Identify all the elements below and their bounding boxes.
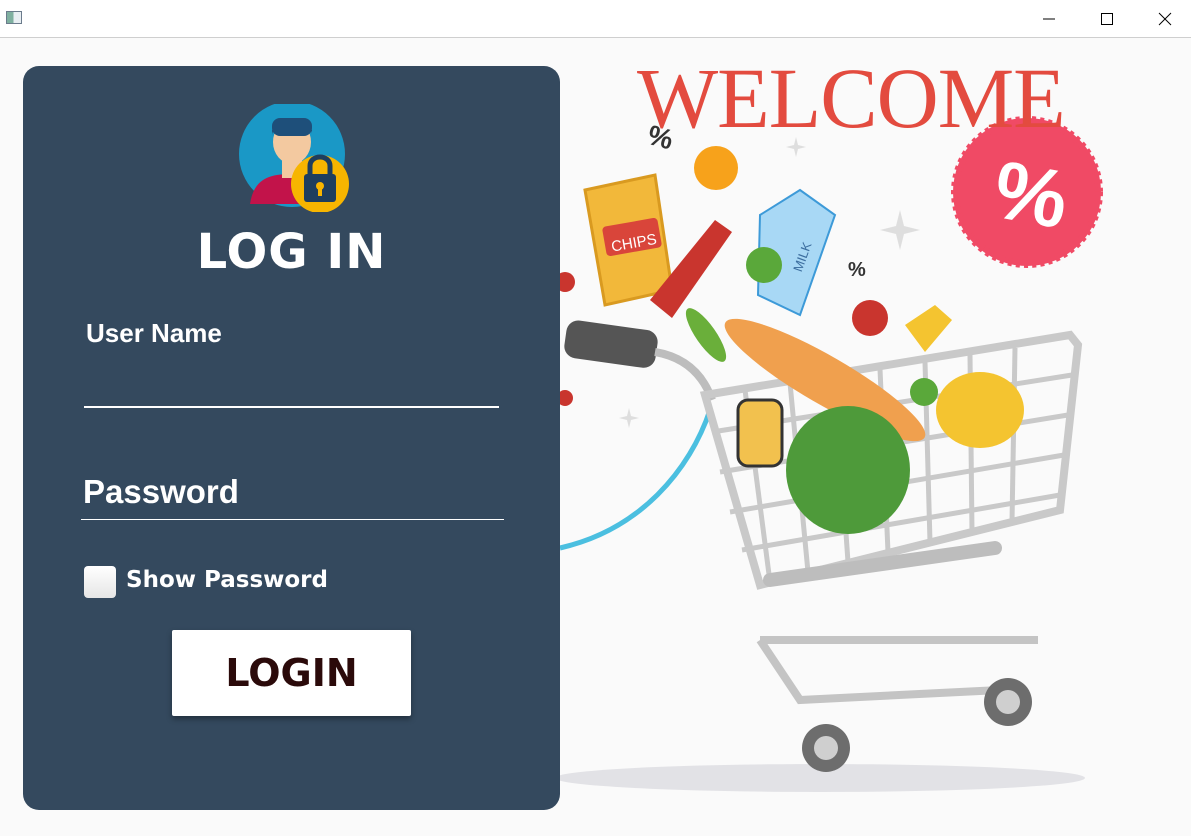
close-button[interactable] (1136, 0, 1191, 38)
chips-bag: CHIPS (583, 173, 674, 307)
username-input[interactable] (84, 360, 499, 408)
password-input[interactable] (81, 464, 504, 520)
login-title: LOG IN (196, 224, 387, 280)
show-password-label[interactable]: Show Password (126, 567, 328, 593)
maximize-icon (1101, 13, 1113, 25)
show-password-checkbox[interactable] (84, 566, 116, 598)
welcome-heading: WELCOME (637, 50, 1066, 146)
minimize-button[interactable] (1020, 0, 1078, 38)
username-label: User Name (86, 318, 222, 348)
svg-text:%: % (848, 259, 866, 281)
user-lock-avatar-icon (239, 104, 349, 212)
window-title-bar (0, 0, 1191, 38)
close-icon (1158, 12, 1172, 26)
login-button[interactable]: LOGIN (172, 630, 411, 716)
shopping-cart-illustration: CHIPS MILK % % % (560, 116, 1103, 792)
app-icon (6, 11, 22, 24)
svg-text:%: % (987, 144, 1075, 246)
minimize-icon (1043, 18, 1055, 20)
maximize-button[interactable] (1078, 0, 1136, 38)
